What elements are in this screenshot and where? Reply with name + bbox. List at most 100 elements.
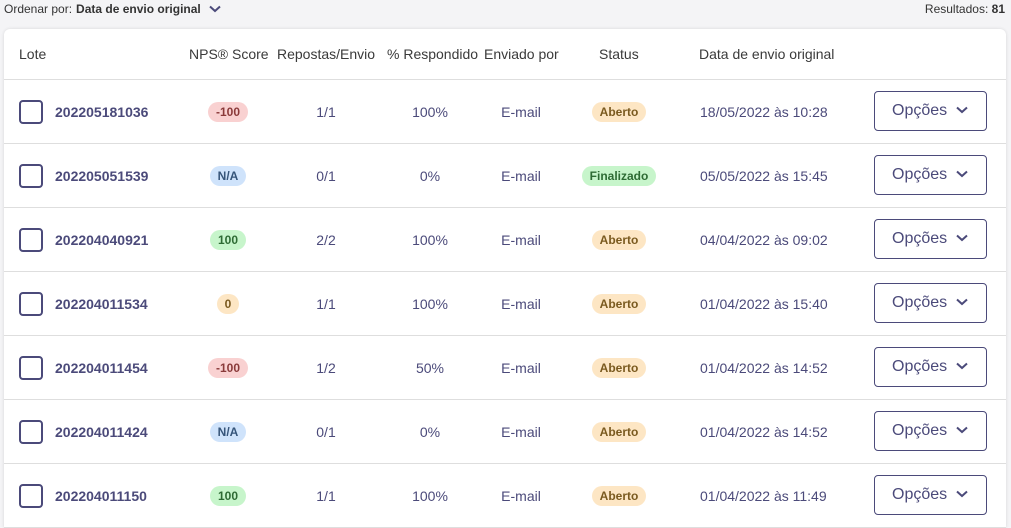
data-envio-cell: 01/04/2022 às 11:49 — [700, 487, 827, 504]
data-envio-cell: 01/04/2022 às 15:40 — [700, 295, 828, 312]
row-checkbox[interactable] — [19, 420, 43, 444]
data-envio-cell: 01/04/2022 às 14:52 — [700, 423, 828, 440]
status-badge: Aberto — [591, 485, 647, 506]
chevron-down-icon — [956, 362, 968, 370]
chevron-down-icon — [956, 298, 968, 306]
options-button[interactable]: Opções — [874, 411, 987, 451]
options-label: Opções — [892, 166, 948, 183]
enviado-cell: E-mail — [501, 167, 541, 184]
chevron-down-icon — [956, 490, 968, 498]
respondido-cell: 0% — [419, 167, 441, 184]
results-count: Resultados: 81 — [925, 2, 1005, 16]
results-value: 81 — [991, 2, 1005, 16]
nps-cell: 100 — [188, 208, 268, 271]
lote-link[interactable]: 202204011150 — [55, 464, 147, 527]
nps-cell: N/A — [188, 400, 268, 463]
enviado-cell: E-mail — [501, 487, 541, 504]
options-button[interactable]: Opções — [874, 283, 987, 323]
status-cell: Aberto — [569, 80, 669, 143]
respostas-cell: 0/1 — [316, 423, 336, 440]
lote-link[interactable]: 202204040921 — [55, 208, 148, 271]
options-button[interactable]: Opções — [874, 155, 987, 195]
status-badge: Aberto — [591, 229, 647, 250]
sort-value: Data de envio original — [76, 2, 201, 16]
nps-badge: 100 — [209, 229, 247, 250]
options-label: Opções — [892, 422, 948, 439]
row-checkbox[interactable] — [19, 356, 43, 380]
options-button[interactable]: Opções — [874, 219, 987, 259]
status-cell: Aberto — [569, 208, 669, 271]
row-checkbox[interactable] — [19, 292, 43, 316]
data-envio-cell: 04/04/2022 às 09:02 — [700, 231, 828, 248]
respondido-cell: 100% — [412, 103, 448, 120]
table-row: 202205181036 -100 1/1 100% E-mail Aberto 18/05… — [4, 80, 1006, 144]
chevron-down-icon — [956, 170, 968, 178]
table-header: Lote NPS® Score Repostas/Envio % Respond… — [4, 29, 1006, 80]
row-checkbox[interactable] — [19, 100, 43, 124]
status-cell: Aberto — [569, 464, 669, 527]
options-label: Opções — [892, 486, 948, 503]
row-checkbox[interactable] — [19, 164, 43, 188]
chevron-down-icon — [956, 106, 968, 114]
row-checkbox[interactable] — [19, 484, 43, 508]
nps-cell: -100 — [188, 80, 268, 143]
status-cell: Finalizado — [569, 144, 669, 207]
nps-cell: 0 — [188, 272, 268, 335]
toolbar: Ordenar por: Data de envio original Resu… — [0, 0, 1011, 20]
header-data-envio[interactable]: Data de envio original — [699, 46, 834, 62]
header-lote[interactable]: Lote — [19, 46, 46, 62]
header-enviado-por[interactable]: Enviado por — [484, 46, 559, 62]
respostas-cell: 1/1 — [316, 295, 336, 312]
chevron-down-icon — [209, 5, 221, 13]
options-label: Opções — [892, 230, 948, 247]
data-envio-cell: 01/04/2022 às 14:52 — [700, 359, 828, 376]
status-badge: Aberto — [591, 293, 647, 314]
nps-badge: 0 — [216, 293, 240, 314]
respondido-cell: 50% — [415, 359, 445, 376]
chevron-down-icon — [956, 234, 968, 242]
lote-link[interactable]: 202204011424 — [55, 400, 148, 463]
data-envio-cell: 05/05/2022 às 15:45 — [700, 167, 828, 184]
nps-badge: N/A — [209, 421, 247, 442]
header-respondido[interactable]: % Respondido — [387, 46, 478, 62]
sort-dropdown[interactable]: Ordenar por: Data de envio original — [4, 2, 221, 16]
table-row: 202205051539 N/A 0/1 0% E-mail Finalizado 05/0… — [4, 144, 1006, 208]
row-checkbox[interactable] — [19, 228, 43, 252]
options-button[interactable]: Opções — [874, 475, 987, 515]
lote-link[interactable]: 202204011534 — [55, 272, 148, 335]
options-button[interactable]: Opções — [874, 347, 987, 387]
respostas-cell: 0/1 — [316, 167, 336, 184]
chevron-down-icon — [956, 426, 968, 434]
options-label: Opções — [892, 358, 948, 375]
respostas-cell: 2/2 — [316, 231, 336, 248]
nps-badge: -100 — [207, 101, 249, 122]
lote-link[interactable]: 202204011454 — [55, 336, 148, 399]
header-respostas[interactable]: Repostas/Envio — [277, 46, 375, 62]
options-button[interactable]: Opções — [874, 91, 987, 131]
respondido-cell: 100% — [412, 487, 448, 504]
table-row: 202204011534 0 1/1 100% E-mail Aberto 01/04/20… — [4, 272, 1006, 336]
enviado-cell: E-mail — [501, 231, 541, 248]
nps-badge: N/A — [209, 165, 247, 186]
respondido-cell: 0% — [419, 423, 441, 440]
table-row: 202204011150 100 1/1 100% E-mail Aberto 01/04/… — [4, 464, 1006, 528]
table-row: 202204011454 -100 1/2 50% E-mail Aberto 01/04/… — [4, 336, 1006, 400]
status-badge: Aberto — [591, 421, 647, 442]
respostas-cell: 1/1 — [316, 487, 336, 504]
sort-label: Ordenar por: — [4, 2, 73, 16]
status-cell: Aberto — [569, 336, 669, 399]
status-badge: Aberto — [591, 101, 647, 122]
results-table: Lote NPS® Score Repostas/Envio % Respond… — [4, 29, 1006, 528]
header-status[interactable]: Status — [599, 46, 639, 62]
status-badge: Aberto — [591, 357, 647, 378]
respondido-cell: 100% — [412, 231, 448, 248]
nps-cell: 100 — [188, 464, 268, 527]
respostas-cell: 1/2 — [316, 359, 336, 376]
enviado-cell: E-mail — [501, 359, 541, 376]
header-nps-score[interactable]: NPS® Score — [189, 46, 269, 62]
status-cell: Aberto — [569, 400, 669, 463]
lote-link[interactable]: 202205181036 — [55, 80, 148, 143]
respondido-cell: 100% — [412, 295, 448, 312]
lote-link[interactable]: 202205051539 — [55, 144, 148, 207]
enviado-cell: E-mail — [501, 295, 541, 312]
